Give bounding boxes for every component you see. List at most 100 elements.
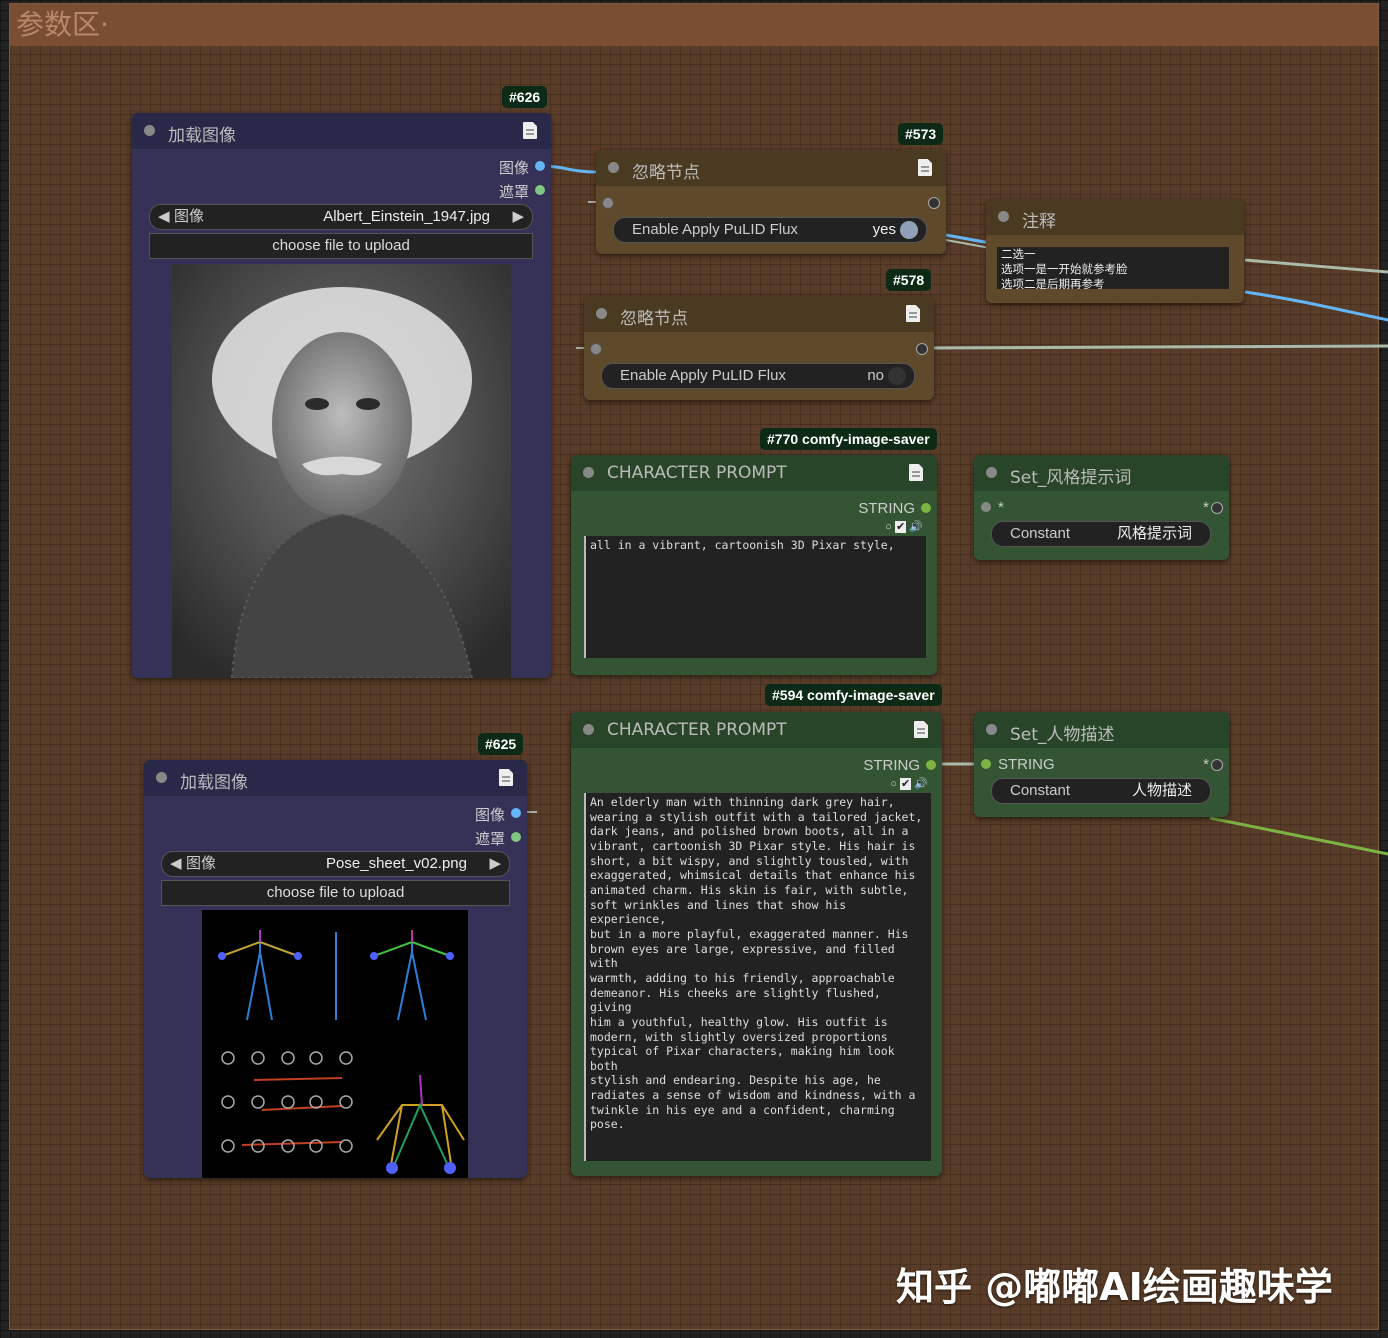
image-combo[interactable]: ◀ 图像 Albert_Einstein_1947.jpg ▶ (149, 204, 533, 230)
character-prompt-node-1[interactable]: CHARACTER PROMPT STRING ○ ✔ 🔊 all in a v… (571, 455, 937, 675)
doc-icon[interactable] (914, 721, 928, 738)
arrow-right-icon[interactable]: ▶ (489, 852, 501, 876)
collapse-dot[interactable] (596, 308, 607, 319)
ignore-node-2[interactable]: 忽略节点 Enable Apply PuLID Flux no (584, 296, 934, 400)
checkbox-icon[interactable]: ✔ (900, 778, 912, 790)
collapse-dot[interactable] (986, 724, 997, 735)
doc-icon[interactable] (523, 122, 537, 139)
node-title: 忽略节点 (620, 309, 688, 329)
input-slot[interactable] (590, 343, 602, 355)
output-label: * (1203, 756, 1209, 773)
prompt-textarea[interactable]: An elderly man with thinning dark grey h… (584, 793, 931, 1161)
doc-icon[interactable] (906, 305, 920, 322)
collapse-dot[interactable] (998, 211, 1009, 222)
image-combo[interactable]: ◀ 图像 Pose_sheet_v02.png ▶ (161, 851, 510, 877)
node-id-badge: #625 (478, 733, 524, 755)
arrow-right-icon[interactable]: ▶ (512, 205, 524, 229)
input-slot[interactable] (602, 197, 614, 209)
upload-button[interactable]: choose file to upload (149, 233, 533, 259)
output-slot[interactable] (928, 197, 940, 209)
arrow-left-icon[interactable]: ◀ (170, 852, 182, 876)
output-slot-mask[interactable] (535, 185, 545, 195)
note-node[interactable]: 注释 二选一 选项一是一开始就参考脸 选项二是后期再参考 (986, 199, 1244, 303)
constant-field[interactable]: Constant 人物描述 (991, 778, 1211, 804)
toggle-value: yes (872, 221, 896, 238)
input-label: * (998, 499, 1004, 516)
node-header[interactable]: Set_人物描述 (974, 712, 1229, 748)
output-label-string: STRING (863, 757, 920, 774)
upload-button[interactable]: choose file to upload (161, 880, 510, 906)
ignore-node-1[interactable]: 忽略节点 Enable Apply PuLID Flux yes (596, 150, 946, 254)
node-id-badge: #573 (898, 123, 944, 145)
output-slot-image[interactable] (535, 161, 545, 171)
checkbox-icon[interactable]: ✔ (895, 521, 907, 533)
input-slot[interactable] (981, 759, 991, 769)
combo-label: 图像 (174, 208, 205, 225)
output-slot-string[interactable] (921, 503, 931, 513)
constant-label: Constant (1010, 782, 1071, 799)
output-slot[interactable] (1211, 502, 1223, 514)
speaker-icon[interactable]: 🔊 (909, 521, 923, 533)
node-title: 加载图像 (180, 773, 248, 793)
node-header[interactable]: 忽略节点 (584, 296, 934, 332)
circle-icon[interactable]: ○ (890, 778, 897, 790)
combo-value: Pose_sheet_v02.png (326, 855, 467, 872)
set-style-prompt-node[interactable]: Set_风格提示词 * * Constant 风格提示词 (974, 455, 1229, 560)
node-title: CHARACTER PROMPT (607, 463, 787, 483)
doc-icon[interactable] (499, 769, 513, 786)
toggle-knob-icon[interactable] (900, 221, 918, 239)
constant-field[interactable]: Constant 风格提示词 (991, 521, 1211, 547)
doc-icon[interactable] (918, 159, 932, 176)
node-header[interactable]: CHARACTER PROMPT (571, 455, 937, 491)
collapse-dot[interactable] (986, 467, 997, 478)
set-character-desc-node[interactable]: Set_人物描述 STRING * Constant 人物描述 (974, 712, 1229, 817)
enable-toggle[interactable]: Enable Apply PuLID Flux yes (613, 217, 927, 243)
graph-canvas[interactable]: 参数区· #626 加载图像 图像 遮罩 ◀ 图像 Albert_Einstei… (0, 0, 1388, 1338)
node-header[interactable]: Set_风格提示词 (974, 455, 1229, 491)
load-image-node-1[interactable]: 加载图像 图像 遮罩 ◀ 图像 Albert_Einstein_1947.jpg… (132, 113, 551, 678)
node-title: 注释 (1022, 212, 1056, 232)
output-label-mask: 遮罩 (498, 184, 529, 201)
output-label-image: 图像 (498, 160, 529, 177)
node-header[interactable]: 加载图像 (144, 760, 527, 796)
input-slot[interactable] (981, 502, 991, 512)
node-id-badge: #594 comfy-image-saver (765, 684, 942, 706)
collapse-dot[interactable] (156, 772, 167, 783)
output-slot-string[interactable] (926, 760, 936, 770)
toggle-knob-icon[interactable] (888, 367, 906, 385)
textarea-tools[interactable]: ○ ✔ 🔊 (890, 777, 928, 790)
toggle-label: Enable Apply PuLID Flux (632, 221, 798, 238)
circle-icon[interactable]: ○ (885, 521, 892, 533)
node-header[interactable]: 忽略节点 (596, 150, 946, 186)
output-slot-mask[interactable] (511, 832, 521, 842)
node-header[interactable]: CHARACTER PROMPT (571, 712, 942, 748)
output-slot-image[interactable] (511, 808, 521, 818)
output-slot[interactable] (1211, 759, 1223, 771)
collapse-dot[interactable] (583, 467, 594, 478)
output-label: * (1203, 499, 1209, 516)
load-image-node-2[interactable]: 加载图像 图像 遮罩 ◀ 图像 Pose_sheet_v02.png ▶ cho… (144, 760, 527, 1178)
collapse-dot[interactable] (144, 125, 155, 136)
collapse-dot[interactable] (608, 162, 619, 173)
watermark-text: 知乎 @嘟嘟AI绘画趣味学 (896, 1265, 1333, 1309)
output-slot[interactable] (916, 343, 928, 355)
doc-icon[interactable] (909, 464, 923, 481)
enable-toggle[interactable]: Enable Apply PuLID Flux no (601, 363, 915, 389)
node-header[interactable]: 加载图像 (132, 113, 551, 149)
textarea-tools[interactable]: ○ ✔ 🔊 (885, 520, 923, 533)
input-label: STRING (998, 756, 1055, 773)
speaker-icon[interactable]: 🔊 (914, 778, 928, 790)
output-label-string: STRING (858, 500, 915, 517)
arrow-left-icon[interactable]: ◀ (158, 205, 170, 229)
note-text[interactable]: 二选一 选项一是一开始就参考脸 选项二是后期再参考 (997, 247, 1229, 289)
node-header[interactable]: 注释 (986, 199, 1244, 235)
node-id-badge: #770 comfy-image-saver (760, 428, 937, 450)
character-prompt-node-2[interactable]: CHARACTER PROMPT STRING ○ ✔ 🔊 An elderly… (571, 712, 942, 1176)
node-title: CHARACTER PROMPT (607, 720, 787, 740)
portrait-image-preview (172, 264, 511, 678)
combo-label: 图像 (186, 855, 217, 872)
prompt-textarea[interactable]: all in a vibrant, cartoonish 3D Pixar st… (584, 536, 926, 658)
collapse-dot[interactable] (583, 724, 594, 735)
constant-value: 人物描述 (1131, 782, 1192, 799)
combo-value: Albert_Einstein_1947.jpg (323, 208, 490, 225)
